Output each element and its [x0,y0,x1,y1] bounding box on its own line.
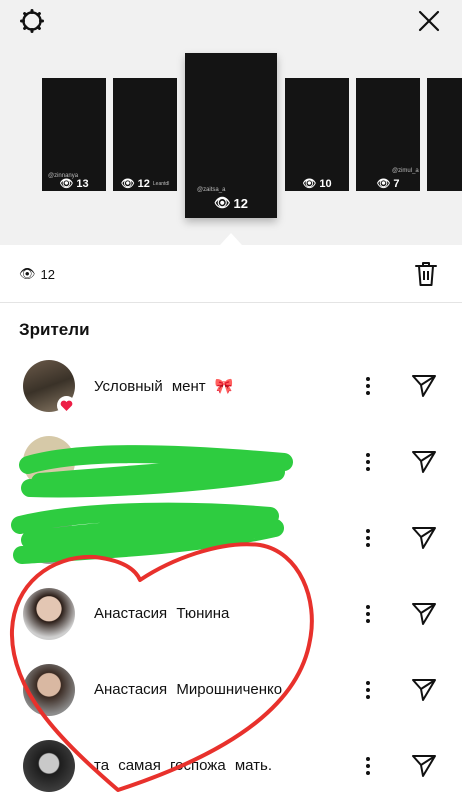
story-views: 👁 13 [42,177,106,191]
send-message-icon[interactable] [408,446,440,478]
heart-icon [60,400,73,411]
story-views: 👁 12 Leantdl [113,177,177,191]
eye-icon: 👁 [59,178,74,190]
avatar [23,588,75,640]
more-options-icon[interactable] [357,750,379,782]
avatar [23,740,75,792]
eye-icon: 👁 [214,195,231,210]
avatar [23,436,75,488]
story-view-count: 7 [393,177,400,190]
eye-icon: 👁 [376,178,391,190]
avatar [23,512,75,564]
story-views: 👁 7 [356,177,420,191]
story-views: 👁 12 [185,195,277,211]
eye-icon: 👁 [302,178,317,190]
more-options-icon[interactable] [357,446,379,478]
viewer-name: та самая госпожа мать. [94,757,273,774]
viewer-row[interactable] [0,500,462,576]
total-view-count: 12 [40,266,55,282]
viewer-row[interactable]: Анастасия Тюнина [0,576,462,652]
viewers-section-title: Зрители [19,320,90,339]
story-thumbnail[interactable]: @zinnanya 👁 13 [42,78,106,191]
story-views: 👁 10 [285,177,349,191]
viewer-name: Анастасия Мирошниченко [94,681,283,698]
story-thumbnail[interactable] [427,78,462,191]
viewer-row[interactable]: та самая госпожа мать. [0,728,462,804]
more-options-icon[interactable] [357,370,379,402]
viewer-name-emoji: 🎀 [214,378,234,395]
send-message-icon[interactable] [408,674,440,706]
more-options-icon[interactable] [357,522,379,554]
eye-icon: 👁 [120,178,135,190]
viewer-row[interactable] [0,424,462,500]
story-thumbnail-selected[interactable]: @zaitsa_a 👁 12 [185,53,277,218]
story-handle: @zimul_a [392,168,419,174]
story-view-count: 12 [233,195,248,211]
viewer-row[interactable]: Условный мент 🎀 [0,348,462,424]
story-stats-bar: 👁 12 [0,245,462,303]
story-thumbnail[interactable]: 👁 12 Leantdl [113,78,177,191]
total-views: 👁 12 [19,266,55,282]
story-handle: @zaitsa_a [197,187,226,193]
close-icon[interactable] [416,8,442,34]
send-message-icon[interactable] [408,370,440,402]
story-thumbnail[interactable]: @zimul_a 👁 7 [356,78,420,191]
more-options-icon[interactable] [357,598,379,630]
selected-story-pointer [220,233,242,245]
send-message-icon[interactable] [408,750,440,782]
story-caption: Leantdl [152,180,170,187]
story-view-count: 13 [76,177,89,190]
viewer-name: Анастасия Тюнина [94,605,230,622]
story-view-count: 10 [319,177,332,190]
avatar [23,664,75,716]
settings-gear-icon[interactable] [18,7,46,35]
story-view-count: 12 [137,177,150,190]
viewer-name: Условный мент [94,378,206,395]
viewer-row[interactable]: Анастасия Мирошниченко [0,652,462,728]
like-badge [57,396,76,415]
story-thumbnail[interactable]: 👁 10 [285,78,349,191]
send-message-icon[interactable] [408,522,440,554]
send-message-icon[interactable] [408,598,440,630]
viewer-name-block: Условный мент 🎀 [94,377,234,395]
more-options-icon[interactable] [357,674,379,706]
trash-icon[interactable] [412,259,440,289]
eye-icon: 👁 [19,266,36,281]
